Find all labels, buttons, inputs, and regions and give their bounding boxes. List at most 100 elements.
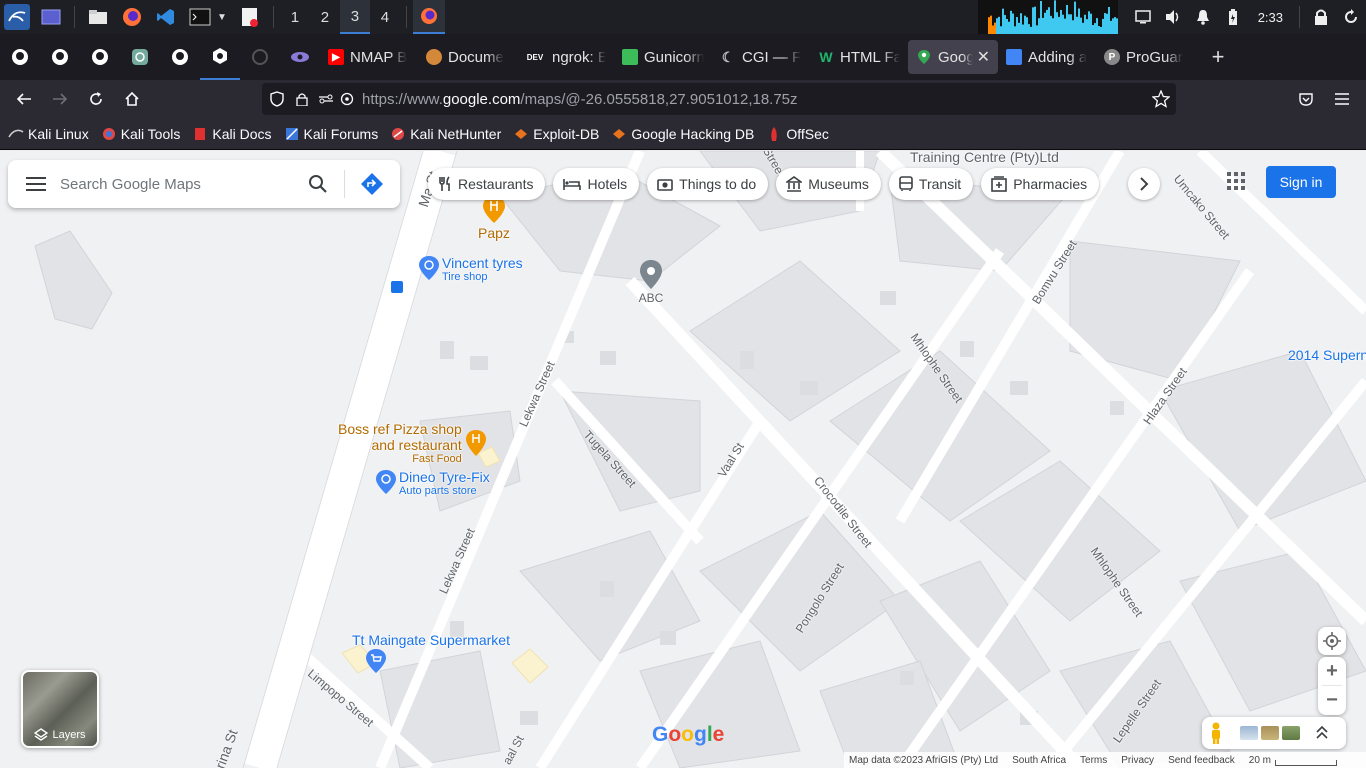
workspace-1[interactable]: 1 <box>280 0 310 34</box>
github-icon[interactable] <box>40 34 80 80</box>
poi-dineo-tyre-fix[interactable]: Dineo Tyre-Fix Auto parts store <box>375 469 490 497</box>
region-link[interactable]: South Africa <box>1012 755 1066 766</box>
tab-nmap[interactable]: ▶ NMAP B <box>320 40 418 74</box>
tab-adding[interactable]: Adding a <box>998 40 1096 74</box>
home-icon[interactable] <box>114 81 150 117</box>
close-tab-icon[interactable]: ✕ <box>977 47 990 67</box>
pegman-icon[interactable] <box>1210 722 1222 744</box>
bookmark-exploit-db[interactable]: Exploit-DB <box>513 126 599 142</box>
tab-cgi[interactable]: ☾ CGI — F <box>712 40 810 74</box>
zoom-out-button[interactable]: − <box>1318 686 1346 714</box>
tab-documents[interactable]: Docume <box>418 40 516 74</box>
sign-in-button[interactable]: Sign in <box>1266 166 1336 198</box>
github-icon[interactable] <box>160 34 200 80</box>
cpu-bar <box>1047 7 1050 34</box>
directions-icon[interactable] <box>360 172 384 196</box>
new-tab-button[interactable]: + <box>1200 40 1236 74</box>
chip-museums[interactable]: Museums <box>776 168 881 200</box>
volume-icon[interactable] <box>1158 0 1188 34</box>
firefox-icon[interactable] <box>119 4 145 30</box>
eye-icon[interactable] <box>280 34 320 80</box>
github-icon[interactable] <box>80 34 120 80</box>
terminal-icon[interactable] <box>187 4 213 30</box>
bus-stop-icon[interactable] <box>390 280 404 294</box>
kali-menu-icon[interactable] <box>4 4 30 30</box>
tab-gunicorn[interactable]: Gunicorn <box>614 40 712 74</box>
zoom-in-button[interactable]: + <box>1318 657 1346 685</box>
desktop-icon[interactable] <box>38 4 64 30</box>
url-text[interactable]: https://www.google.com/maps/@-26.0555818… <box>362 91 798 108</box>
search-icon[interactable] <box>308 174 328 194</box>
bookmark-kali-forums[interactable]: Kali Forums <box>284 126 378 142</box>
bookmark-kali-nethunter[interactable]: Kali NetHunter <box>390 126 501 142</box>
map-canvas[interactable]: Lekwa Street Lekwa Street Tugela Street … <box>0 151 1366 768</box>
poi-vincent-tyres[interactable]: Vincent tyres Tire shop <box>418 255 523 283</box>
power-restart-icon[interactable] <box>1336 0 1366 34</box>
bookmark-offsec[interactable]: OffSec <box>766 126 829 142</box>
workspace-3[interactable]: 3 <box>339 0 370 34</box>
chips-next-arrow-icon[interactable] <box>1128 168 1160 200</box>
tab-google-maps[interactable]: Googl✕ <box>908 40 998 74</box>
url-bar[interactable]: https://www.google.com/maps/@-26.0555818… <box>262 83 1176 115</box>
pocket-icon[interactable] <box>1288 81 1324 117</box>
expand-icon[interactable] <box>1316 726 1328 740</box>
notification-bell-icon[interactable] <box>1188 0 1218 34</box>
lock-icon[interactable] <box>1306 0 1336 34</box>
chip-pharmacies[interactable]: Pharmacies <box>981 168 1100 200</box>
workspace-4[interactable]: 4 <box>370 0 400 34</box>
battery-icon[interactable] <box>1218 0 1248 34</box>
bookmark-kali-docs[interactable]: Kali Docs <box>192 126 272 142</box>
layers-button[interactable]: Layers <box>21 670 99 748</box>
gear-icon[interactable] <box>240 34 280 80</box>
hamburger-menu-icon[interactable] <box>1324 81 1360 117</box>
shield-icon[interactable] <box>270 91 284 107</box>
burp-icon[interactable] <box>200 34 240 80</box>
text-editor-icon[interactable] <box>237 4 263 30</box>
search-input[interactable] <box>60 175 280 193</box>
poi-tt-maingate-supermarket[interactable]: Tt Maingate Supermarket <box>352 632 510 674</box>
poi-papz[interactable]: Papz <box>478 195 510 241</box>
location-icon[interactable] <box>340 92 354 106</box>
reload-icon[interactable] <box>78 81 114 117</box>
chip-things-to-do[interactable]: Things to do <box>647 168 769 200</box>
poi-abc[interactable]: ABC <box>638 259 664 305</box>
dropdown-icon[interactable]: ▼ <box>217 12 227 23</box>
map-thumbnail[interactable] <box>1240 726 1258 740</box>
google-apps-icon[interactable] <box>1226 171 1246 196</box>
chatgpt-icon[interactable] <box>120 34 160 80</box>
bookmark-kali-tools[interactable]: Kali Tools <box>101 126 180 142</box>
file-manager-icon[interactable] <box>85 4 111 30</box>
screen-icon[interactable] <box>1128 0 1158 34</box>
poi-training-centre[interactable]: Training Centre (Pty)Ltd <box>910 151 1059 165</box>
lock-icon[interactable] <box>296 92 308 106</box>
permissions-icon[interactable] <box>318 93 334 105</box>
poi-2014-supermarket[interactable]: 2014 Supern <box>1288 347 1366 363</box>
chip-transit[interactable]: Transit <box>888 168 974 200</box>
privacy-link[interactable]: Privacy <box>1121 755 1154 766</box>
cpu-bar <box>1061 14 1064 34</box>
tab-html[interactable]: W HTML Fa <box>810 40 908 74</box>
clock[interactable]: 2:33 <box>1248 10 1293 25</box>
bookmark-star-icon[interactable] <box>1152 90 1170 108</box>
back-icon[interactable] <box>6 81 42 117</box>
firefox-window-icon[interactable] <box>412 0 445 34</box>
bookmark-google-hacking-db[interactable]: Google Hacking DB <box>611 126 754 142</box>
p-icon: P <box>1104 49 1120 65</box>
send-feedback-link[interactable]: Send feedback <box>1168 755 1235 766</box>
poi-boss-ref-pizza[interactable]: Boss ref Pizza shop and restaurant Fast … <box>338 421 488 465</box>
my-location-button[interactable] <box>1318 627 1346 655</box>
chip-hotels[interactable]: Hotels <box>553 168 640 200</box>
bookmark-kali-linux[interactable]: Kali Linux <box>8 126 89 142</box>
forward-icon[interactable] <box>42 81 78 117</box>
terrain-thumbnail[interactable] <box>1261 726 1279 740</box>
workspace-2[interactable]: 2 <box>310 0 340 34</box>
chip-restaurants[interactable]: Restaurants <box>428 168 546 200</box>
vscode-icon[interactable] <box>153 4 179 30</box>
tab-ngrok[interactable]: DEV ngrok: E <box>516 40 614 74</box>
scale-label[interactable]: 20 m <box>1249 755 1271 766</box>
tab-proguard[interactable]: P ProGuar <box>1096 40 1194 74</box>
terms-link[interactable]: Terms <box>1080 755 1107 766</box>
satellite-thumbnail[interactable] <box>1282 726 1300 740</box>
menu-icon[interactable] <box>26 177 46 191</box>
github-icon[interactable] <box>0 34 40 80</box>
